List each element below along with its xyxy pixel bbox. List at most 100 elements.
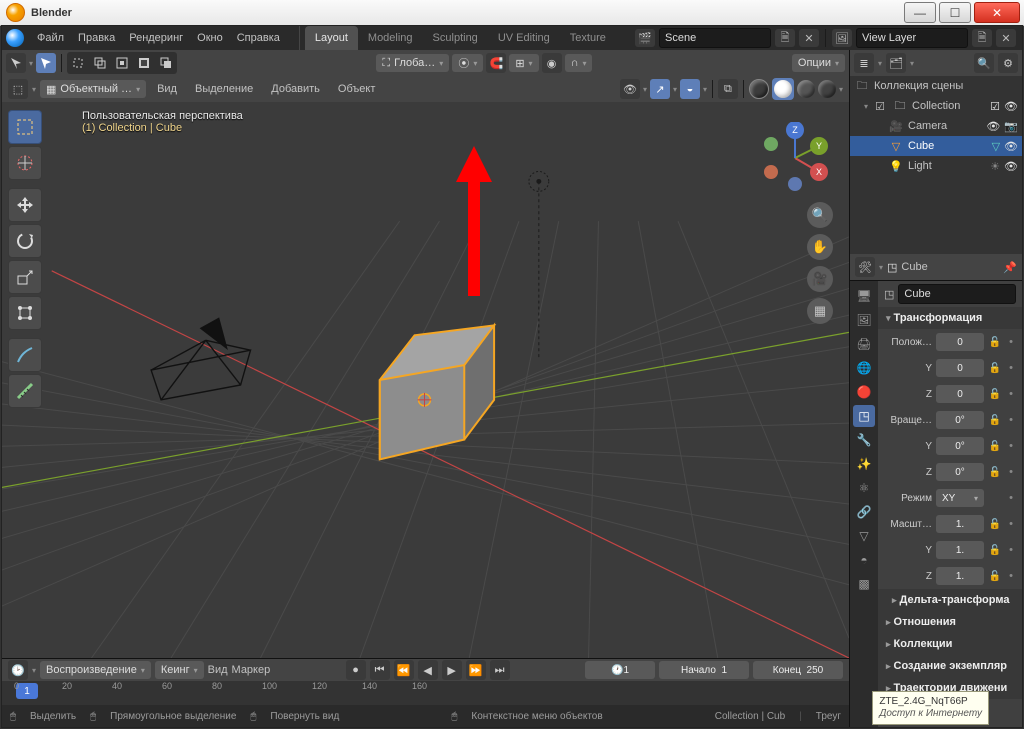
- tool-transform-icon[interactable]: [8, 296, 42, 330]
- camera-view-icon[interactable]: 🎥: [807, 266, 833, 292]
- ortho-toggle-icon[interactable]: ▦: [807, 298, 833, 324]
- lock-icon[interactable]: 🔓: [988, 363, 1002, 374]
- scale-x-field[interactable]: 1.: [936, 515, 984, 533]
- maximize-button[interactable]: ☐: [939, 2, 971, 23]
- eye-icon[interactable]: 👁: [1004, 100, 1018, 113]
- autokey-toggle-icon[interactable]: ●: [346, 660, 366, 680]
- prop-tab-texture-icon[interactable]: ▩: [853, 573, 875, 595]
- disable-render-icon[interactable]: 📷: [1004, 120, 1018, 133]
- panel-collections[interactable]: Коллекции: [878, 633, 1022, 655]
- properties-editor-type-icon[interactable]: 🛠: [855, 257, 875, 277]
- tool-measure-icon[interactable]: [8, 374, 42, 408]
- select-tweak-dropdown-icon[interactable]: ▾: [29, 59, 33, 68]
- outliner-item-light[interactable]: 💡 Light ☀ 👁: [850, 156, 1022, 176]
- viewlayer-browse-icon[interactable]: 🖼: [832, 29, 852, 47]
- minimize-button[interactable]: —: [904, 2, 936, 23]
- tool-select-box-icon[interactable]: [8, 110, 42, 144]
- lock-icon[interactable]: 🔓: [988, 415, 1002, 426]
- rot-y-field[interactable]: 0°: [936, 437, 984, 455]
- viewlayer-name-field[interactable]: View Layer: [856, 28, 968, 48]
- loc-z-field[interactable]: 0: [936, 385, 984, 403]
- selmode-extend-icon[interactable]: [90, 53, 110, 73]
- prop-tab-data-icon[interactable]: ▽: [853, 525, 875, 547]
- checkbox-icon[interactable]: ☑: [872, 100, 888, 113]
- current-frame-field[interactable]: 🕐 1: [585, 661, 655, 679]
- scene-delete-icon[interactable]: ✕: [799, 29, 819, 47]
- menu-window[interactable]: Окно: [190, 26, 230, 50]
- rot-mode-dropdown[interactable]: XY▾: [936, 489, 984, 507]
- pivot-dropdown[interactable]: ⦿▾: [452, 54, 483, 72]
- keying-dropdown[interactable]: Кеинг▾: [155, 661, 204, 679]
- play-icon[interactable]: ▶: [442, 660, 462, 680]
- timeline-view[interactable]: Вид: [208, 664, 228, 676]
- jump-next-key-icon[interactable]: ⏩: [466, 660, 486, 680]
- scale-y-field[interactable]: 1.: [936, 541, 984, 559]
- tab-texture-paint[interactable]: Texture: [560, 26, 616, 50]
- menu-help[interactable]: Справка: [230, 26, 287, 50]
- timeline-playhead[interactable]: 1: [16, 683, 38, 699]
- outliner-item-camera[interactable]: 🎥 Camera 👁 📷: [850, 116, 1022, 136]
- panel-relations[interactable]: Отношения: [878, 611, 1022, 633]
- tool-rotate-icon[interactable]: [8, 224, 42, 258]
- lock-icon[interactable]: 🔓: [988, 467, 1002, 478]
- prop-tab-output-icon[interactable]: 🖼: [853, 309, 875, 331]
- lock-icon[interactable]: 🔓: [988, 519, 1002, 530]
- viewlayer-delete-icon[interactable]: ✕: [996, 29, 1016, 47]
- outliner-display-mode-icon[interactable]: 🗂: [886, 53, 906, 73]
- light-data-icon[interactable]: ☀: [990, 160, 1000, 173]
- snap-target-dropdown[interactable]: ⊞▾: [509, 54, 538, 72]
- panel-delta-transform[interactable]: Дельта-трансформа: [878, 589, 1022, 611]
- tab-modeling[interactable]: Modeling: [358, 26, 423, 50]
- rot-x-field[interactable]: 0°: [936, 411, 984, 429]
- selmode-intersect-icon[interactable]: [156, 53, 176, 73]
- prop-tab-world-icon[interactable]: 🔴: [853, 381, 875, 403]
- header-select[interactable]: Выделение: [188, 79, 260, 99]
- outliner-item-cube[interactable]: ▽ Cube ▽ 👁: [850, 136, 1022, 156]
- lock-icon[interactable]: 🔓: [988, 389, 1002, 400]
- shading-solid-icon[interactable]: [772, 78, 794, 100]
- lock-icon[interactable]: 🔓: [988, 337, 1002, 348]
- jump-end-icon[interactable]: ⏭: [490, 660, 510, 680]
- timeline-marker[interactable]: Маркер: [232, 664, 271, 676]
- timeline-editor-type-icon[interactable]: 🕑: [8, 660, 28, 680]
- scene-new-icon[interactable]: 🗎: [775, 29, 795, 47]
- shading-matprev-icon[interactable]: [797, 80, 815, 98]
- gizmo-toggle-icon[interactable]: ↗: [650, 79, 670, 99]
- end-frame-field[interactable]: Конец 250: [753, 661, 843, 679]
- panel-instancing[interactable]: Создание экземпляр: [878, 655, 1022, 677]
- rot-z-field[interactable]: 0°: [936, 463, 984, 481]
- header-object[interactable]: Объект: [331, 79, 382, 99]
- shading-rendered-icon[interactable]: [818, 80, 836, 98]
- pin-icon[interactable]: 📌: [1003, 261, 1017, 274]
- selmode-subtract-icon[interactable]: [112, 53, 132, 73]
- prop-tab-constraints-icon[interactable]: 🔗: [853, 501, 875, 523]
- outliner-filter-icon[interactable]: ⚙: [998, 53, 1018, 73]
- zoom-icon[interactable]: 🔍: [807, 202, 833, 228]
- viewport-3d[interactable]: Пользовательская перспектива (1) Collect…: [2, 102, 849, 658]
- app-logo-icon[interactable]: [6, 29, 24, 47]
- tool-cursor-icon[interactable]: [8, 146, 42, 180]
- play-reverse-icon[interactable]: ◀: [418, 660, 438, 680]
- prop-tab-particles-icon[interactable]: ✨: [853, 453, 875, 475]
- scale-z-field[interactable]: 1.: [936, 567, 984, 585]
- tab-uv-editing[interactable]: UV Editing: [488, 26, 560, 50]
- tool-move-icon[interactable]: [8, 188, 42, 222]
- prop-tab-viewlayer-icon[interactable]: 🖨: [853, 333, 875, 355]
- prop-tab-material-icon[interactable]: ◓: [853, 549, 875, 571]
- shading-dropdown-icon[interactable]: ▾: [839, 85, 843, 94]
- playback-dropdown[interactable]: Воспроизведение▾: [40, 661, 151, 679]
- loc-y-field[interactable]: 0: [936, 359, 984, 377]
- tool-scale-icon[interactable]: [8, 260, 42, 294]
- visibility-filter-icon[interactable]: 👁: [620, 79, 640, 99]
- lock-icon[interactable]: 🔓: [988, 441, 1002, 452]
- orientation-dropdown[interactable]: ⛶ Глоба… ▾: [376, 54, 449, 72]
- mesh-data-icon[interactable]: ▽: [992, 140, 1000, 153]
- xray-toggle-icon[interactable]: ⧉: [718, 79, 738, 99]
- editor-type-dropdown-icon[interactable]: ▾: [32, 85, 36, 94]
- prop-tab-physics-icon[interactable]: ⚛: [853, 477, 875, 499]
- outliner-scene-collection[interactable]: 🗀 Коллекция сцены: [850, 76, 1022, 96]
- selmode-invert-icon[interactable]: [134, 53, 154, 73]
- eye-icon[interactable]: 👁: [1004, 160, 1018, 173]
- overlays-toggle-icon[interactable]: ◒: [680, 79, 700, 99]
- start-frame-field[interactable]: Начало 1: [659, 661, 749, 679]
